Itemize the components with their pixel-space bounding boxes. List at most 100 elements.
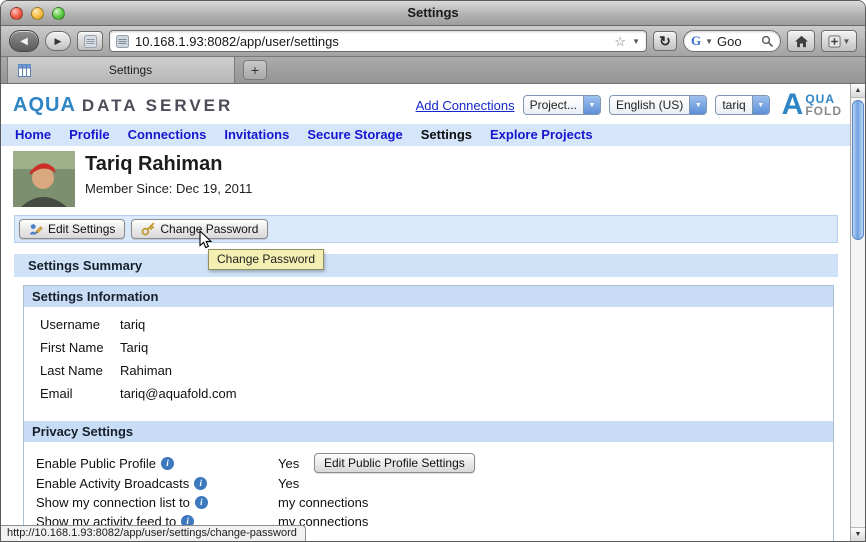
search-engine-dropdown-icon[interactable]: ▼ xyxy=(705,37,713,46)
settings-information-header: Settings Information xyxy=(24,286,833,307)
site-icon xyxy=(83,34,97,48)
logo-primary-text: AQUA xyxy=(13,93,76,116)
privacy-value: Yes xyxy=(278,475,300,491)
field-row: Username tariq xyxy=(40,317,833,332)
page-tools-dropdown-icon: ▼ xyxy=(842,36,851,46)
edit-settings-button[interactable]: Edit Settings xyxy=(19,219,126,239)
user-select[interactable]: tariq ▼ xyxy=(715,95,770,115)
aqua-data-server-logo[interactable]: AQUA DATA SERVER xyxy=(13,94,233,117)
browser-toolbar: ◀ ▶ 10.168.1.93:8082/app/user/settings ☆… xyxy=(1,26,865,57)
privacy-row: Show my connection list to i my connectio… xyxy=(36,493,833,511)
aquafold-logo: A QUA FOLD xyxy=(781,88,842,121)
tab-title: Settings xyxy=(108,63,153,77)
privacy-label: Show my connection list to xyxy=(36,494,190,510)
search-bar[interactable]: G ▼ Goo xyxy=(683,30,781,52)
mouse-cursor xyxy=(199,230,213,249)
profile-photo xyxy=(13,151,75,207)
forward-arrow-icon: ▶ xyxy=(54,35,62,46)
privacy-value: Yes xyxy=(278,455,300,471)
privacy-row: Enable Activity Broadcasts i Yes xyxy=(36,474,833,492)
nav-item-invitations[interactable]: Invitations xyxy=(224,127,289,142)
new-tab-button[interactable]: + xyxy=(243,60,267,80)
language-select[interactable]: English (US) ▼ xyxy=(608,95,708,115)
add-connections-link[interactable]: Add Connections xyxy=(416,98,515,113)
site-identity-button[interactable] xyxy=(77,31,103,51)
search-icon[interactable] xyxy=(761,35,773,47)
project-select[interactable]: Project... ▼ xyxy=(522,95,601,115)
add-box-icon xyxy=(827,34,841,48)
browser-window: Settings ◀ ▶ 10.168.1.93:8082/app/user/s… xyxy=(0,0,866,542)
privacy-settings-header: Privacy Settings xyxy=(24,421,833,442)
reload-icon: ↻ xyxy=(659,32,671,49)
window-title: Settings xyxy=(407,5,459,20)
edit-public-profile-button[interactable]: Edit Public Profile Settings xyxy=(314,453,475,473)
language-select-value: English (US) xyxy=(615,98,684,112)
user-select-arrow-icon: ▼ xyxy=(751,96,769,114)
tab-bar: Settings + xyxy=(1,57,865,84)
app-header: AQUA DATA SERVER Add Connections Project.… xyxy=(1,84,850,124)
zoom-button[interactable] xyxy=(52,7,65,20)
scroll-down-icon[interactable]: ▼ xyxy=(851,527,865,541)
field-value: Tariq xyxy=(120,340,149,355)
field-value: tariq@aquafold.com xyxy=(120,386,237,401)
change-password-tooltip: Change Password xyxy=(208,249,325,270)
home-button[interactable] xyxy=(787,30,815,52)
page-favicon-icon xyxy=(116,34,129,48)
url-dropdown-icon[interactable]: ▼ xyxy=(632,37,640,46)
privacy-value: my connections xyxy=(278,494,369,510)
home-icon xyxy=(794,35,808,47)
nav-item-connections[interactable]: Connections xyxy=(128,127,207,142)
url-text[interactable]: 10.168.1.93:8082/app/user/settings xyxy=(135,34,608,49)
info-icon[interactable]: i xyxy=(194,495,208,509)
back-button[interactable]: ◀ xyxy=(9,30,39,52)
key-icon xyxy=(141,222,155,236)
traffic-lights xyxy=(10,7,65,20)
reload-button[interactable]: ↻ xyxy=(653,31,677,51)
minimize-button[interactable] xyxy=(31,7,44,20)
nav-item-profile[interactable]: Profile xyxy=(69,127,109,142)
user-select-value: tariq xyxy=(722,98,746,112)
plus-icon: + xyxy=(250,62,260,78)
close-button[interactable] xyxy=(10,7,23,20)
nav-item-explore-projects[interactable]: Explore Projects xyxy=(490,127,593,142)
field-label: Last Name xyxy=(40,363,103,378)
nav-item-secure-storage[interactable]: Secure Storage xyxy=(307,127,402,142)
privacy-label: Enable Public Profile xyxy=(36,455,156,471)
language-select-arrow-icon: ▼ xyxy=(689,96,707,114)
nav-item-settings[interactable]: Settings xyxy=(421,127,472,142)
url-bar[interactable]: 10.168.1.93:8082/app/user/settings ☆ ▼ xyxy=(109,30,647,52)
tab-favicon-icon xyxy=(18,63,31,77)
forward-button[interactable]: ▶ xyxy=(45,31,71,51)
privacy-label: Enable Activity Broadcasts xyxy=(36,475,190,491)
aquafold-bottom-text: FOLD xyxy=(805,104,842,118)
info-icon[interactable]: i xyxy=(194,476,208,490)
scrollbar-thumb[interactable] xyxy=(852,100,864,240)
project-select-value: Project... xyxy=(529,98,577,112)
back-arrow-icon: ◀ xyxy=(20,35,28,47)
field-value: tariq xyxy=(120,317,146,332)
nav-item-home[interactable]: Home xyxy=(15,127,51,142)
project-select-arrow-icon: ▼ xyxy=(582,96,600,114)
profile-name: Tariq Rahiman xyxy=(85,153,223,175)
main-nav: Home Profile Connections Invitations Sec… xyxy=(1,124,850,146)
tab-settings[interactable]: Settings xyxy=(7,57,235,83)
bookmark-star-icon[interactable]: ☆ xyxy=(614,35,626,48)
header-controls: Add Connections Project... ▼ English (US… xyxy=(416,88,846,121)
scroll-up-icon[interactable]: ▲ xyxy=(851,84,865,98)
page-tools-button[interactable]: ▼ xyxy=(821,30,857,52)
profile-text: Tariq Rahiman Member Since: Dec 19, 2011 xyxy=(85,151,252,196)
search-input[interactable]: Goo xyxy=(717,34,757,49)
aquafold-letter: A xyxy=(781,88,804,121)
google-logo-icon: G xyxy=(691,33,702,48)
field-label: First Name xyxy=(40,340,104,355)
logo-secondary-text: DATA SERVER xyxy=(81,95,234,115)
field-label: Email xyxy=(40,386,73,401)
settings-summary-header: Settings Summary xyxy=(14,254,838,277)
field-row: First Name Tariq xyxy=(40,340,833,355)
edit-settings-label: Edit Settings xyxy=(48,222,116,236)
info-icon[interactable]: i xyxy=(160,456,174,470)
titlebar[interactable]: Settings xyxy=(1,1,865,26)
scrollbar[interactable]: ▲ ▼ xyxy=(850,84,865,541)
field-value: Rahiman xyxy=(120,363,173,378)
settings-information-fields: Username tariq First Name Tariq Last Nam… xyxy=(24,307,833,421)
